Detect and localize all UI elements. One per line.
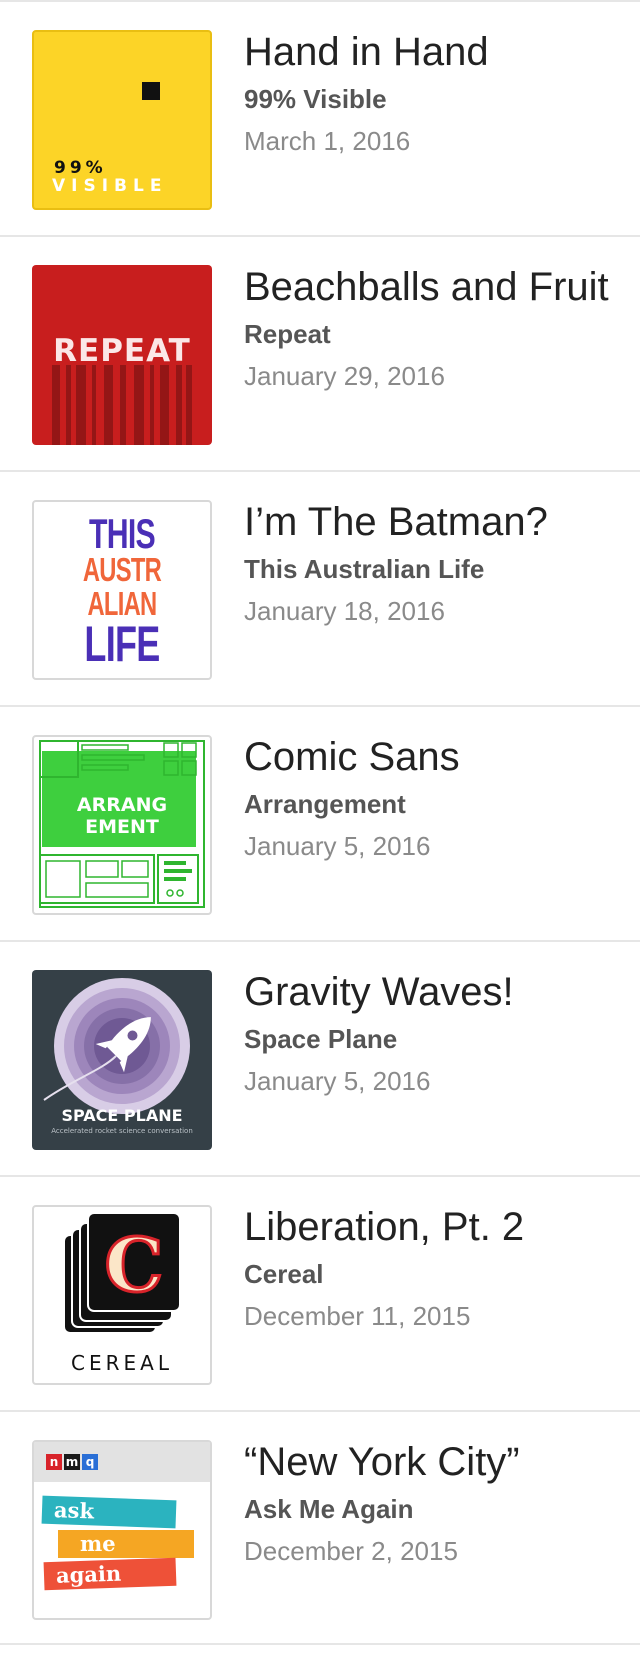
barcode-stripes: [52, 365, 192, 445]
episode-meta: I’m The Batman? This Australian Life Jan…: [244, 498, 630, 628]
artwork-text: THIS: [88, 510, 156, 557]
artwork-text: ARRANG: [77, 794, 167, 816]
episode-date: December 2, 2015: [244, 1536, 458, 1566]
podcast-artwork: n m q ask me again: [32, 1440, 212, 1620]
episode-row[interactable]: 99% VISIBLE Hand in Hand 99% Visible Mar…: [0, 0, 640, 235]
episode-date: January 5, 2016: [244, 1066, 431, 1096]
episode-meta: Beachballs and Fruit Repeat January 29, …: [244, 263, 630, 393]
artwork-text: 99%: [54, 158, 107, 178]
episode-meta: Comic Sans Arrangement January 5, 2016: [244, 733, 630, 863]
artwork-text: EMENT: [85, 816, 159, 838]
episode-row[interactable]: ARRANG EMENT Comic Sans Arrangement Janu…: [0, 705, 640, 940]
episode-date: January 29, 2016: [244, 361, 445, 391]
episode-title: Beachballs and Fruit: [244, 265, 609, 309]
artwork-text: SPACE PLANE: [61, 1106, 183, 1125]
artwork-header: n m q: [34, 1442, 210, 1482]
npr-logo-letter: m: [64, 1454, 80, 1470]
episode-date: January 5, 2016: [244, 831, 431, 861]
episode-title: Hand in Hand: [244, 30, 489, 74]
artwork-text: me: [58, 1530, 194, 1558]
artwork-text: LIFE: [84, 616, 160, 672]
square-mark: [142, 82, 160, 100]
podcast-artwork: 99% VISIBLE: [32, 30, 212, 210]
npr-logo-letter: q: [82, 1454, 98, 1470]
npr-logo-letter: n: [46, 1454, 62, 1470]
episode-title: “New York City”: [244, 1440, 520, 1484]
artwork-text: VISIBLE: [52, 176, 168, 196]
episode-meta: Liberation, Pt. 2 Cereal December 11, 20…: [244, 1203, 630, 1333]
episode-list: 99% VISIBLE Hand in Hand 99% Visible Mar…: [0, 0, 640, 1645]
episode-date: January 18, 2016: [244, 596, 445, 626]
show-name: Repeat: [244, 319, 331, 349]
episode-date: December 11, 2015: [244, 1301, 471, 1331]
artwork-text: Accelerated rocket science conversation: [51, 1127, 193, 1135]
artwork-text: REPEAT: [53, 333, 191, 369]
podcast-artwork: THIS AUSTR ALIAN LIFE: [32, 500, 212, 680]
wireframe-graphic: ARRANG EMENT: [39, 740, 205, 908]
podcast-artwork: REPEAT: [32, 265, 212, 445]
artwork-letter: C: [105, 1223, 164, 1309]
show-name: This Australian Life: [244, 554, 485, 584]
artwork-text: ask: [41, 1495, 177, 1529]
episode-row[interactable]: THIS AUSTR ALIAN LIFE I’m The Batman? Th…: [0, 470, 640, 705]
show-name: Space Plane: [244, 1024, 398, 1054]
episode-title: Liberation, Pt. 2: [244, 1205, 525, 1249]
episode-meta: Gravity Waves! Space Plane January 5, 20…: [244, 968, 630, 1098]
episode-title: Comic Sans: [244, 735, 460, 779]
episode-meta: “New York City” Ask Me Again December 2,…: [244, 1438, 630, 1568]
artwork-text: CEREAL: [71, 1351, 173, 1375]
show-name: Ask Me Again: [244, 1494, 414, 1524]
episode-row[interactable]: C CEREAL Liberation, Pt. 2 Cereal Decemb…: [0, 1175, 640, 1410]
show-name: Cereal: [244, 1259, 324, 1289]
episode-meta: Hand in Hand 99% Visible March 1, 2016: [244, 28, 630, 158]
episode-row[interactable]: SPACE PLANE Accelerated rocket science c…: [0, 940, 640, 1175]
episode-row[interactable]: REPEAT Beachballs and Fruit Repeat Janua…: [0, 235, 640, 470]
podcast-artwork: SPACE PLANE Accelerated rocket science c…: [32, 970, 212, 1150]
artwork-text: again: [43, 1557, 177, 1591]
episode-row[interactable]: n m q ask me again “New York City” Ask M…: [0, 1410, 640, 1645]
episode-title: I’m The Batman?: [244, 500, 548, 544]
episode-date: March 1, 2016: [244, 126, 411, 156]
podcast-artwork: ARRANG EMENT: [32, 735, 212, 915]
show-name: Arrangement: [244, 789, 406, 819]
show-name: 99% Visible: [244, 84, 387, 114]
card-stack-graphic: C: [63, 1212, 181, 1334]
podcast-artwork: C CEREAL: [32, 1205, 212, 1385]
episode-title: Gravity Waves!: [244, 970, 514, 1014]
